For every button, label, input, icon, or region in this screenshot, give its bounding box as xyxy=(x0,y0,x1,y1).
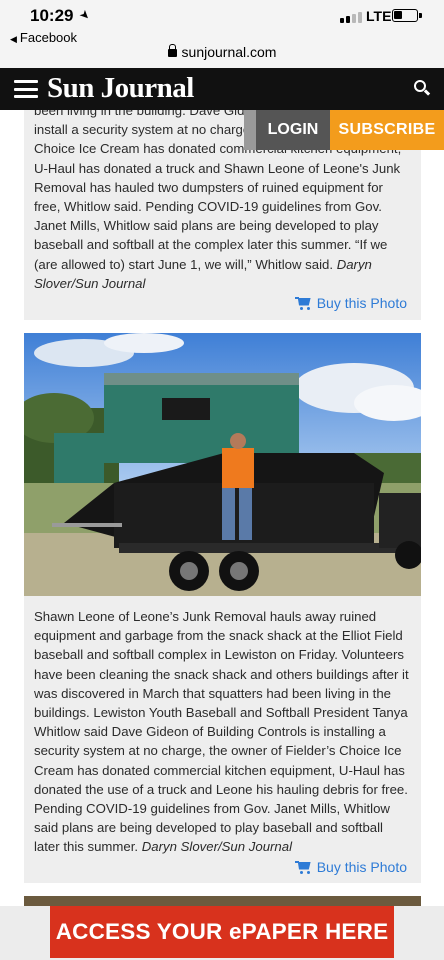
site-logo[interactable]: Sun Journal xyxy=(47,72,194,105)
next-photo-edge xyxy=(24,896,421,906)
buy-photo-label: Buy this Photo xyxy=(316,295,407,311)
status-bar: 10:29 ➤ LTE xyxy=(0,0,444,30)
browser-address-bar: ◀ Facebook sunjournal.com xyxy=(0,30,444,68)
back-triangle-icon: ◀ xyxy=(10,34,17,44)
photo-dumpster-trailer xyxy=(24,333,421,596)
buy-photo-link[interactable]: Buy this Photo xyxy=(294,859,407,875)
status-time: 10:29 xyxy=(30,6,74,25)
site-header: Sun Journal xyxy=(0,68,444,110)
shopping-cart-icon xyxy=(294,296,311,310)
photo-caption: Shawn Leone of Leone’s Junk Removal haul… xyxy=(24,607,421,857)
photo-caption-card: Shawn Leone of Leone’s Junk Removal haul… xyxy=(24,333,421,883)
photo-credit: Daryn Slover/Sun Journal xyxy=(141,839,293,855)
menu-icon[interactable] xyxy=(14,80,38,98)
shopping-cart-icon xyxy=(294,860,311,874)
subscribe-button[interactable]: SUBSCRIBE xyxy=(330,110,444,150)
back-app-label: Facebook xyxy=(19,30,78,45)
buy-photo-label: Buy this Photo xyxy=(316,859,407,875)
signal-strength-icon xyxy=(340,12,362,23)
buy-photo-link[interactable]: Buy this Photo xyxy=(294,295,407,311)
location-arrow-icon: ➤ xyxy=(76,6,94,24)
account-bar: LOGIN SUBSCRIBE xyxy=(244,110,444,150)
login-button[interactable]: LOGIN xyxy=(244,110,330,150)
caption-text: Shawn Leone of Leone’s Junk Removal haul… xyxy=(34,609,409,855)
search-icon[interactable] xyxy=(414,80,431,96)
lock-icon xyxy=(167,44,177,57)
back-to-app-link[interactable]: ◀ Facebook xyxy=(10,30,77,45)
epaper-ad-banner[interactable]: ACCESS YOUR ePAPER HERE xyxy=(50,906,394,958)
network-type: LTE xyxy=(366,8,392,24)
url-display[interactable]: sunjournal.com xyxy=(0,44,444,60)
article-photo[interactable] xyxy=(24,333,421,596)
battery-icon xyxy=(392,9,422,22)
url-text: sunjournal.com xyxy=(181,44,277,60)
